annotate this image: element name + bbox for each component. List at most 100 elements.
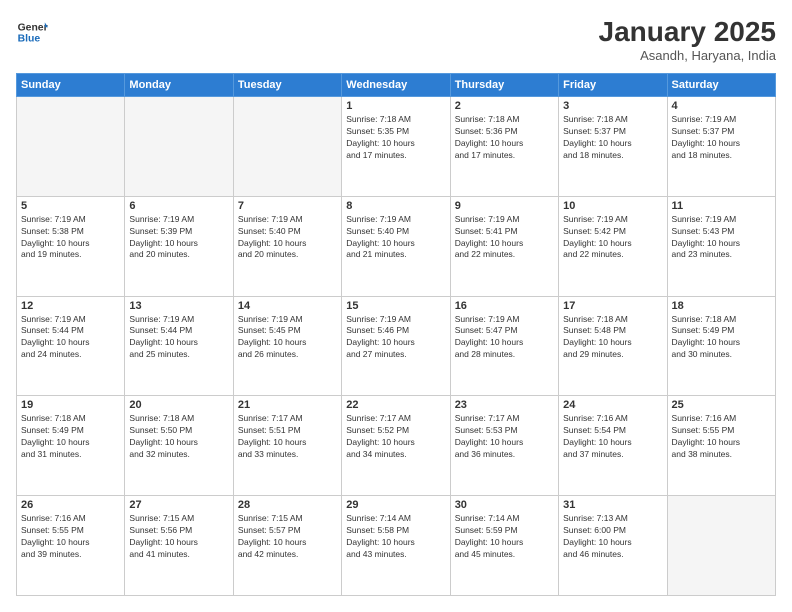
day-info: Sunrise: 7:16 AM Sunset: 5:54 PM Dayligh… [563,413,662,461]
calendar-body: 1 Sunrise: 7:18 AM Sunset: 5:35 PM Daylig… [17,97,776,596]
calendar-cell: 28Sunrise: 7:15 AM Sunset: 5:57 PM Dayli… [233,496,341,596]
day-number: 27 [129,499,228,511]
calendar-cell: 15 Sunrise: 7:19 AM Sunset: 5:46 PM Dayli… [342,296,450,396]
day-number: 23 [455,399,554,411]
calendar-cell [667,496,775,596]
day-number: 19 [21,399,120,411]
calendar-cell: 6 Sunrise: 7:19 AM Sunset: 5:39 PM Daylig… [125,196,233,296]
calendar-cell: 25Sunrise: 7:16 AM Sunset: 5:55 PM Dayli… [667,396,775,496]
calendar-week-5: 26Sunrise: 7:16 AM Sunset: 5:55 PM Dayli… [17,496,776,596]
calendar-cell: 30 Sunrise: 7:14 AM Sunset: 5:59 PM Dayli… [450,496,558,596]
day-number: 30 [455,499,554,511]
calendar-cell: 21 Sunrise: 7:17 AM Sunset: 5:51 PM Dayli… [233,396,341,496]
day-info: Sunrise: 7:14 AM Sunset: 5:58 PM Dayligh… [346,513,445,561]
day-info: Sunrise: 7:19 AM Sunset: 5:47 PM Dayligh… [455,314,554,362]
day-info: Sunrise: 7:17 AM Sunset: 5:53 PM Dayligh… [455,413,554,461]
calendar-week-2: 5 Sunrise: 7:19 AM Sunset: 5:38 PM Daylig… [17,196,776,296]
day-number: 16 [455,300,554,312]
col-friday: Friday [559,74,667,97]
day-info: Sunrise: 7:19 AM Sunset: 5:44 PM Dayligh… [129,314,228,362]
calendar-cell: 12 Sunrise: 7:19 AM Sunset: 5:44 PM Dayli… [17,296,125,396]
day-info: Sunrise: 7:19 AM Sunset: 5:44 PM Dayligh… [21,314,120,362]
calendar-header: Sunday Monday Tuesday Wednesday Thursday… [17,74,776,97]
day-info: Sunrise: 7:14 AM Sunset: 5:59 PM Dayligh… [455,513,554,561]
day-info: Sunrise: 7:13 AM Sunset: 6:00 PM Dayligh… [563,513,662,561]
calendar-cell: 16 Sunrise: 7:19 AM Sunset: 5:47 PM Dayli… [450,296,558,396]
calendar-cell: 27 Sunrise: 7:15 AM Sunset: 5:56 PM Dayli… [125,496,233,596]
logo: General Blue [16,16,48,48]
day-info: Sunrise: 7:18 AM Sunset: 5:37 PM Dayligh… [563,114,662,162]
col-tuesday: Tuesday [233,74,341,97]
day-info: Sunrise: 7:19 AM Sunset: 5:46 PM Dayligh… [346,314,445,362]
calendar-cell: 11Sunrise: 7:19 AM Sunset: 5:43 PM Dayli… [667,196,775,296]
day-number: 10 [563,200,662,212]
day-info: Sunrise: 7:19 AM Sunset: 5:42 PM Dayligh… [563,214,662,262]
col-saturday: Saturday [667,74,775,97]
header-row: Sunday Monday Tuesday Wednesday Thursday… [17,74,776,97]
day-info: Sunrise: 7:18 AM Sunset: 5:48 PM Dayligh… [563,314,662,362]
day-info: Sunrise: 7:18 AM Sunset: 5:36 PM Dayligh… [455,114,554,162]
calendar-cell: 23 Sunrise: 7:17 AM Sunset: 5:53 PM Dayli… [450,396,558,496]
day-number: 17 [563,300,662,312]
page: General Blue January 2025 Asandh, Haryan… [0,0,792,612]
day-number: 29 [346,499,445,511]
col-sunday: Sunday [17,74,125,97]
day-info: Sunrise: 7:17 AM Sunset: 5:52 PM Dayligh… [346,413,445,461]
calendar-cell: 31Sunrise: 7:13 AM Sunset: 6:00 PM Dayli… [559,496,667,596]
svg-text:General: General [18,22,48,33]
day-number: 9 [455,200,554,212]
day-number: 18 [672,300,771,312]
day-info: Sunrise: 7:19 AM Sunset: 5:41 PM Dayligh… [455,214,554,262]
day-number: 12 [21,300,120,312]
day-number: 22 [346,399,445,411]
day-info: Sunrise: 7:19 AM Sunset: 5:40 PM Dayligh… [238,214,337,262]
day-info: Sunrise: 7:18 AM Sunset: 5:49 PM Dayligh… [21,413,120,461]
header: General Blue January 2025 Asandh, Haryan… [16,16,776,63]
calendar-cell: 24 Sunrise: 7:16 AM Sunset: 5:54 PM Dayli… [559,396,667,496]
calendar-cell: 13Sunrise: 7:19 AM Sunset: 5:44 PM Dayli… [125,296,233,396]
day-info: Sunrise: 7:15 AM Sunset: 5:56 PM Dayligh… [129,513,228,561]
logo-icon: General Blue [16,16,48,48]
col-thursday: Thursday [450,74,558,97]
location-subtitle: Asandh, Haryana, India [599,48,776,63]
svg-text:Blue: Blue [18,34,41,45]
day-info: Sunrise: 7:18 AM Sunset: 5:50 PM Dayligh… [129,413,228,461]
calendar-cell: 1 Sunrise: 7:18 AM Sunset: 5:35 PM Daylig… [342,97,450,197]
day-info: Sunrise: 7:19 AM Sunset: 5:39 PM Dayligh… [129,214,228,262]
day-number: 21 [238,399,337,411]
calendar-cell: 26Sunrise: 7:16 AM Sunset: 5:55 PM Dayli… [17,496,125,596]
calendar-cell: 4 Sunrise: 7:19 AM Sunset: 5:37 PM Daylig… [667,97,775,197]
calendar-cell: 5 Sunrise: 7:19 AM Sunset: 5:38 PM Daylig… [17,196,125,296]
calendar-cell: 18 Sunrise: 7:18 AM Sunset: 5:49 PM Dayli… [667,296,775,396]
day-number: 3 [563,100,662,112]
day-number: 6 [129,200,228,212]
day-number: 15 [346,300,445,312]
calendar-cell: 14Sunrise: 7:19 AM Sunset: 5:45 PM Dayli… [233,296,341,396]
day-number: 7 [238,200,337,212]
day-number: 24 [563,399,662,411]
day-info: Sunrise: 7:19 AM Sunset: 5:38 PM Dayligh… [21,214,120,262]
day-info: Sunrise: 7:18 AM Sunset: 5:35 PM Dayligh… [346,114,445,162]
day-number: 2 [455,100,554,112]
calendar-cell: 8Sunrise: 7:19 AM Sunset: 5:40 PM Daylig… [342,196,450,296]
calendar-cell: 19 Sunrise: 7:18 AM Sunset: 5:49 PM Dayli… [17,396,125,496]
day-number: 1 [346,100,445,112]
day-info: Sunrise: 7:19 AM Sunset: 5:37 PM Dayligh… [672,114,771,162]
day-number: 5 [21,200,120,212]
day-number: 20 [129,399,228,411]
calendar-cell: 2 Sunrise: 7:18 AM Sunset: 5:36 PM Daylig… [450,97,558,197]
day-number: 25 [672,399,771,411]
calendar-cell: 7 Sunrise: 7:19 AM Sunset: 5:40 PM Daylig… [233,196,341,296]
day-info: Sunrise: 7:17 AM Sunset: 5:51 PM Dayligh… [238,413,337,461]
col-wednesday: Wednesday [342,74,450,97]
day-number: 8 [346,200,445,212]
day-info: Sunrise: 7:16 AM Sunset: 5:55 PM Dayligh… [21,513,120,561]
calendar-cell: 9 Sunrise: 7:19 AM Sunset: 5:41 PM Daylig… [450,196,558,296]
col-monday: Monday [125,74,233,97]
calendar-cell [17,97,125,197]
day-number: 4 [672,100,771,112]
day-info: Sunrise: 7:18 AM Sunset: 5:49 PM Dayligh… [672,314,771,362]
calendar-week-1: 1 Sunrise: 7:18 AM Sunset: 5:35 PM Daylig… [17,97,776,197]
calendar-cell: 17 Sunrise: 7:18 AM Sunset: 5:48 PM Dayli… [559,296,667,396]
calendar-week-4: 19 Sunrise: 7:18 AM Sunset: 5:49 PM Dayli… [17,396,776,496]
